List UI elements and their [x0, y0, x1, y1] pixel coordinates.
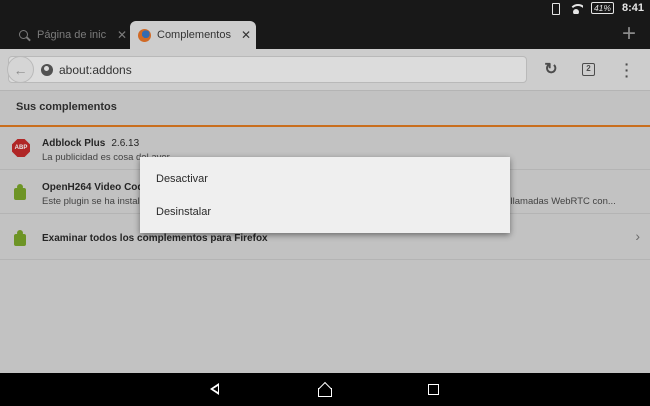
addon-context-menu: Desactivar Desinstalar: [140, 157, 510, 233]
navigation-bar: [0, 373, 650, 406]
recents-nav-icon[interactable]: [428, 384, 439, 395]
disable-menu-item[interactable]: Desactivar: [140, 162, 510, 196]
uninstall-menu-item[interactable]: Desinstalar: [140, 195, 510, 229]
home-nav-icon[interactable]: [317, 382, 332, 397]
back-nav-icon[interactable]: [208, 382, 222, 396]
